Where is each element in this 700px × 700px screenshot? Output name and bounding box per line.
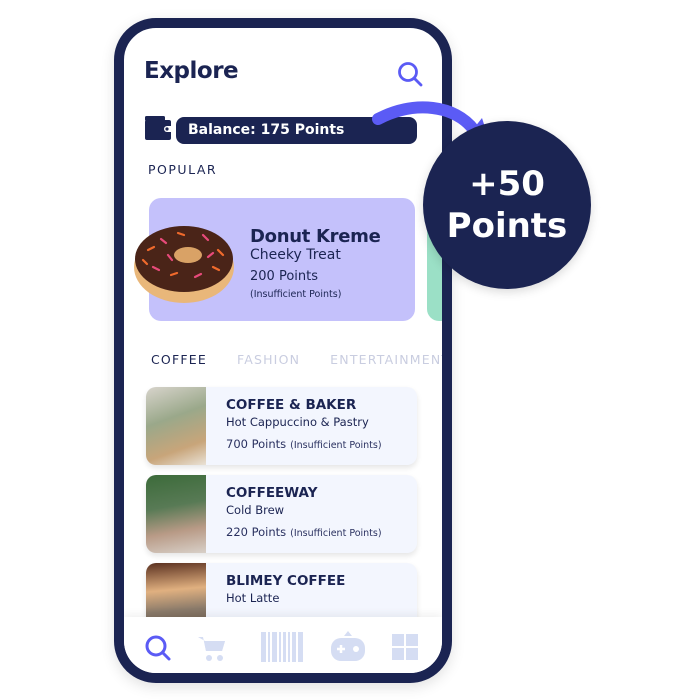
search-icon[interactable] [397,61,423,91]
section-heading-popular: POPULAR [148,162,218,177]
popular-card-text: Donut Kreme Cheeky Treat 200 Points (Ins… [250,226,381,300]
tab-coffee[interactable]: COFFEE [151,352,207,367]
search-icon[interactable] [144,634,172,666]
donut-image [133,215,235,309]
coffee-baker-image [146,387,206,465]
badge-amount: +50 [469,164,545,204]
list-item[interactable]: COFFEE & BAKER Hot Cappuccino & Pastry 7… [146,387,417,465]
coffeeway-image [146,475,206,553]
popular-card-subtitle: Cheeky Treat [250,247,341,263]
list-item-points: 700 Points [226,437,287,451]
list-item-name: COFFEEWAY [226,485,318,501]
list-item-description: Hot Cappuccino & Pastry [226,415,369,429]
list-item-description: Cold Brew [226,503,285,517]
list-item-points: 220 Points [226,525,287,539]
points-reward-badge: +50 Points [423,121,591,289]
badge-unit: Points [446,206,568,246]
page-title: Explore [144,58,239,84]
popular-card-points: 200 Points [250,269,318,284]
list-item-description: Hot Latte [226,591,280,605]
grid-icon[interactable] [392,634,418,664]
wallet-icon [145,116,172,144]
list-item-name: BLIMEY COFFEE [226,573,346,589]
barcode-icon[interactable] [261,632,303,666]
tab-entertainment[interactable]: ENTERTAINMENT [330,352,442,367]
popular-card-name: Donut Kreme [250,226,381,247]
popular-card-status: (Insufficient Points) [250,289,342,300]
list-item[interactable]: COFFEEWAY Cold Brew 220 Points (Insuffici… [146,475,417,553]
list-item-status: (Insufficient Points) [290,440,382,451]
bottom-nav [124,617,442,673]
cart-icon[interactable] [197,634,227,666]
category-tabs: COFFEE FASHION ENTERTAINMENT [151,352,442,367]
list-item-name: COFFEE & BAKER [226,397,357,413]
list-item-status: (Insufficient Points) [290,528,382,539]
gamepad-icon[interactable] [331,631,365,665]
tab-fashion[interactable]: FASHION [237,352,300,367]
